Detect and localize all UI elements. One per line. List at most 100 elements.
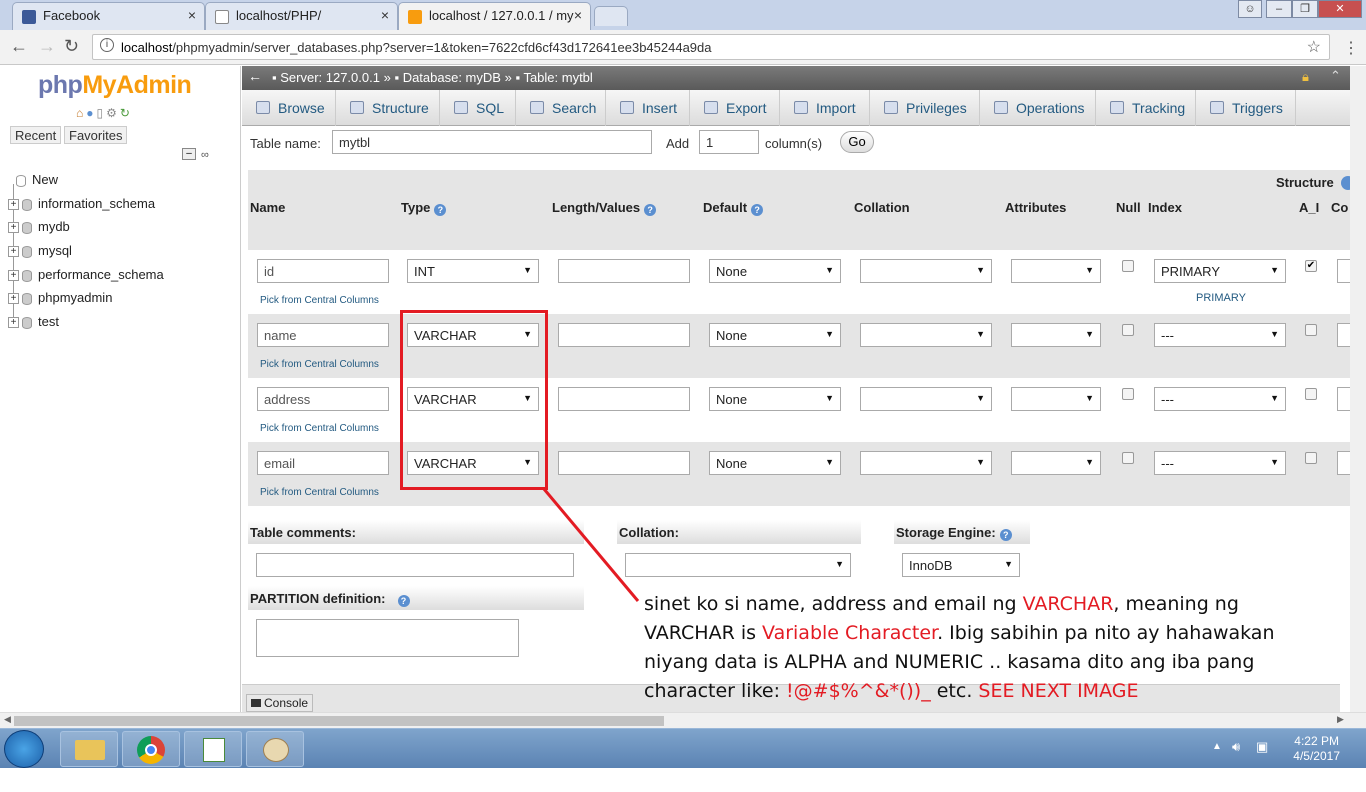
forward-icon[interactable]: → xyxy=(38,36,56,57)
collation-select[interactable]: ▼ xyxy=(860,387,992,411)
home-icon[interactable]: ⌂ xyxy=(76,106,86,120)
reload-nav-icon[interactable]: ↻ xyxy=(120,106,133,120)
notepad-chart-icon[interactable] xyxy=(184,731,242,767)
pick-central-columns-link[interactable]: Pick from Central Columns xyxy=(260,359,379,370)
partition-textarea[interactable] xyxy=(256,619,519,657)
column-name-input[interactable]: id xyxy=(257,259,389,283)
pick-central-columns-link[interactable]: Pick from Central Columns xyxy=(260,423,379,434)
reload-icon[interactable]: ↻ xyxy=(64,36,79,57)
collation-select[interactable]: ▼ xyxy=(860,259,992,283)
minimize-icon[interactable]: – xyxy=(1266,0,1292,18)
attributes-select[interactable]: ▼ xyxy=(1011,323,1101,347)
close-window-icon[interactable]: ✕ xyxy=(1318,0,1362,18)
tab-localhost-php[interactable]: localhost/PHP/ × xyxy=(205,2,398,30)
info-icon[interactable]: i xyxy=(100,38,114,52)
network-icon[interactable]: ▣ xyxy=(1256,739,1268,755)
tab-operations[interactable]: Operations xyxy=(980,90,1096,126)
column-name-input[interactable]: name xyxy=(257,323,389,347)
pick-central-columns-link[interactable]: Pick from Central Columns xyxy=(260,487,379,498)
tab-browse[interactable]: Browse xyxy=(242,90,336,126)
tab-facebook[interactable]: Facebook × xyxy=(12,2,205,30)
default-select[interactable]: None ▼ xyxy=(709,387,841,411)
length-input[interactable] xyxy=(558,323,690,347)
console-button[interactable]: Console xyxy=(246,694,314,712)
tab-import[interactable]: Import xyxy=(780,90,870,126)
sidebar-item-performance-schema[interactable]: + performance_schema xyxy=(8,267,164,287)
storage-engine-select[interactable]: InnoDB ▼ xyxy=(902,553,1020,577)
null-checkbox[interactable] xyxy=(1122,260,1134,272)
null-checkbox[interactable] xyxy=(1122,388,1134,400)
collapse-all-icon[interactable]: – xyxy=(182,148,196,160)
help-icon[interactable]: ● xyxy=(86,106,96,120)
tab-sql[interactable]: SQL xyxy=(440,90,516,126)
back-icon[interactable]: ← xyxy=(10,36,28,57)
null-checkbox[interactable] xyxy=(1122,324,1134,336)
index-select[interactable]: --- ▼ xyxy=(1154,451,1286,475)
ai-checkbox[interactable]: ✔ xyxy=(1305,260,1317,272)
favorites-button[interactable]: Favorites xyxy=(64,126,128,144)
help-icon[interactable]: ? xyxy=(434,204,447,216)
tab-structure[interactable]: Structure xyxy=(336,90,440,126)
vertical-scrollbar[interactable] xyxy=(1350,66,1366,712)
ai-checkbox[interactable] xyxy=(1305,324,1317,336)
link-icon[interactable]: ∞ xyxy=(201,149,209,161)
type-select[interactable]: INT ▼ xyxy=(407,259,539,283)
breadcrumb-table[interactable]: Table: mytbl xyxy=(523,70,592,85)
index-select[interactable]: --- ▼ xyxy=(1154,323,1286,347)
settings-icon[interactable]: ⚙ xyxy=(106,106,120,120)
attributes-select[interactable]: ▼ xyxy=(1011,387,1101,411)
show-hidden-icons[interactable]: ▲ xyxy=(1212,741,1222,752)
default-select[interactable]: None ▼ xyxy=(709,259,841,283)
close-tab-icon[interactable]: × xyxy=(574,7,582,23)
sidebar-item-new[interactable]: New xyxy=(16,172,58,192)
tab-privileges[interactable]: Privileges xyxy=(870,90,980,126)
expand-icon[interactable]: + xyxy=(8,246,19,258)
go-button[interactable]: Go xyxy=(840,131,874,153)
collapse-icon[interactable]: ⌃ xyxy=(1330,68,1341,84)
length-input[interactable] xyxy=(558,387,690,411)
sidebar-item-test[interactable]: + test xyxy=(8,314,59,334)
tab-search[interactable]: Search xyxy=(516,90,606,126)
phpmyadmin-logo[interactable]: phpMyAdmin xyxy=(38,71,192,100)
attributes-select[interactable]: ▼ xyxy=(1011,259,1101,283)
attributes-select[interactable]: ▼ xyxy=(1011,451,1101,475)
tab-phpmyadmin[interactable]: localhost / 127.0.0.1 / my × xyxy=(398,2,591,30)
scroll-right-icon[interactable]: ▶ xyxy=(1337,714,1344,725)
tab-triggers[interactable]: Triggers xyxy=(1196,90,1296,126)
sidebar-item-mysql[interactable]: + mysql xyxy=(8,243,72,263)
null-checkbox[interactable] xyxy=(1122,452,1134,464)
chrome-icon[interactable] xyxy=(122,731,180,767)
expand-icon[interactable]: + xyxy=(8,270,19,282)
file-explorer-icon[interactable] xyxy=(60,731,118,767)
index-select[interactable]: --- ▼ xyxy=(1154,387,1286,411)
close-tab-icon[interactable]: × xyxy=(188,7,196,23)
add-columns-input[interactable]: 1 xyxy=(699,130,759,154)
expand-icon[interactable]: + xyxy=(8,222,19,234)
sidebar-item-information-schema[interactable]: + information_schema xyxy=(8,196,155,216)
tab-tracking[interactable]: Tracking xyxy=(1096,90,1196,126)
collation-select[interactable]: ▼ xyxy=(860,323,992,347)
column-name-input[interactable]: address xyxy=(257,387,389,411)
collapse-arrow-icon[interactable]: ← xyxy=(248,68,262,84)
recent-button[interactable]: Recent xyxy=(10,126,62,144)
table-comments-input[interactable] xyxy=(256,553,574,577)
index-select[interactable]: PRIMARY ▼ xyxy=(1154,259,1286,283)
table-name-input[interactable]: mytbl xyxy=(332,130,652,154)
ai-checkbox[interactable] xyxy=(1305,452,1317,464)
start-button[interactable] xyxy=(4,730,44,768)
expand-icon[interactable]: + xyxy=(8,199,19,211)
breadcrumb-server[interactable]: Server: 127.0.0.1 xyxy=(280,70,380,85)
paint-icon[interactable] xyxy=(246,731,304,767)
help-icon[interactable]: ? xyxy=(644,204,657,216)
breadcrumb-database[interactable]: Database: myDB xyxy=(403,70,501,85)
length-input[interactable] xyxy=(558,259,690,283)
close-tab-icon[interactable]: × xyxy=(381,7,389,23)
sidebar-item-mydb[interactable]: + mydb xyxy=(8,219,70,239)
horizontal-scrollbar[interactable]: ◀ ▶ xyxy=(0,712,1366,728)
ai-checkbox[interactable] xyxy=(1305,388,1317,400)
length-input[interactable] xyxy=(558,451,690,475)
maximize-icon[interactable]: ❐ xyxy=(1292,0,1318,18)
scrollbar-thumb[interactable] xyxy=(14,716,664,726)
table-collation-select[interactable]: ▼ xyxy=(625,553,851,577)
tab-export[interactable]: Export xyxy=(690,90,780,126)
